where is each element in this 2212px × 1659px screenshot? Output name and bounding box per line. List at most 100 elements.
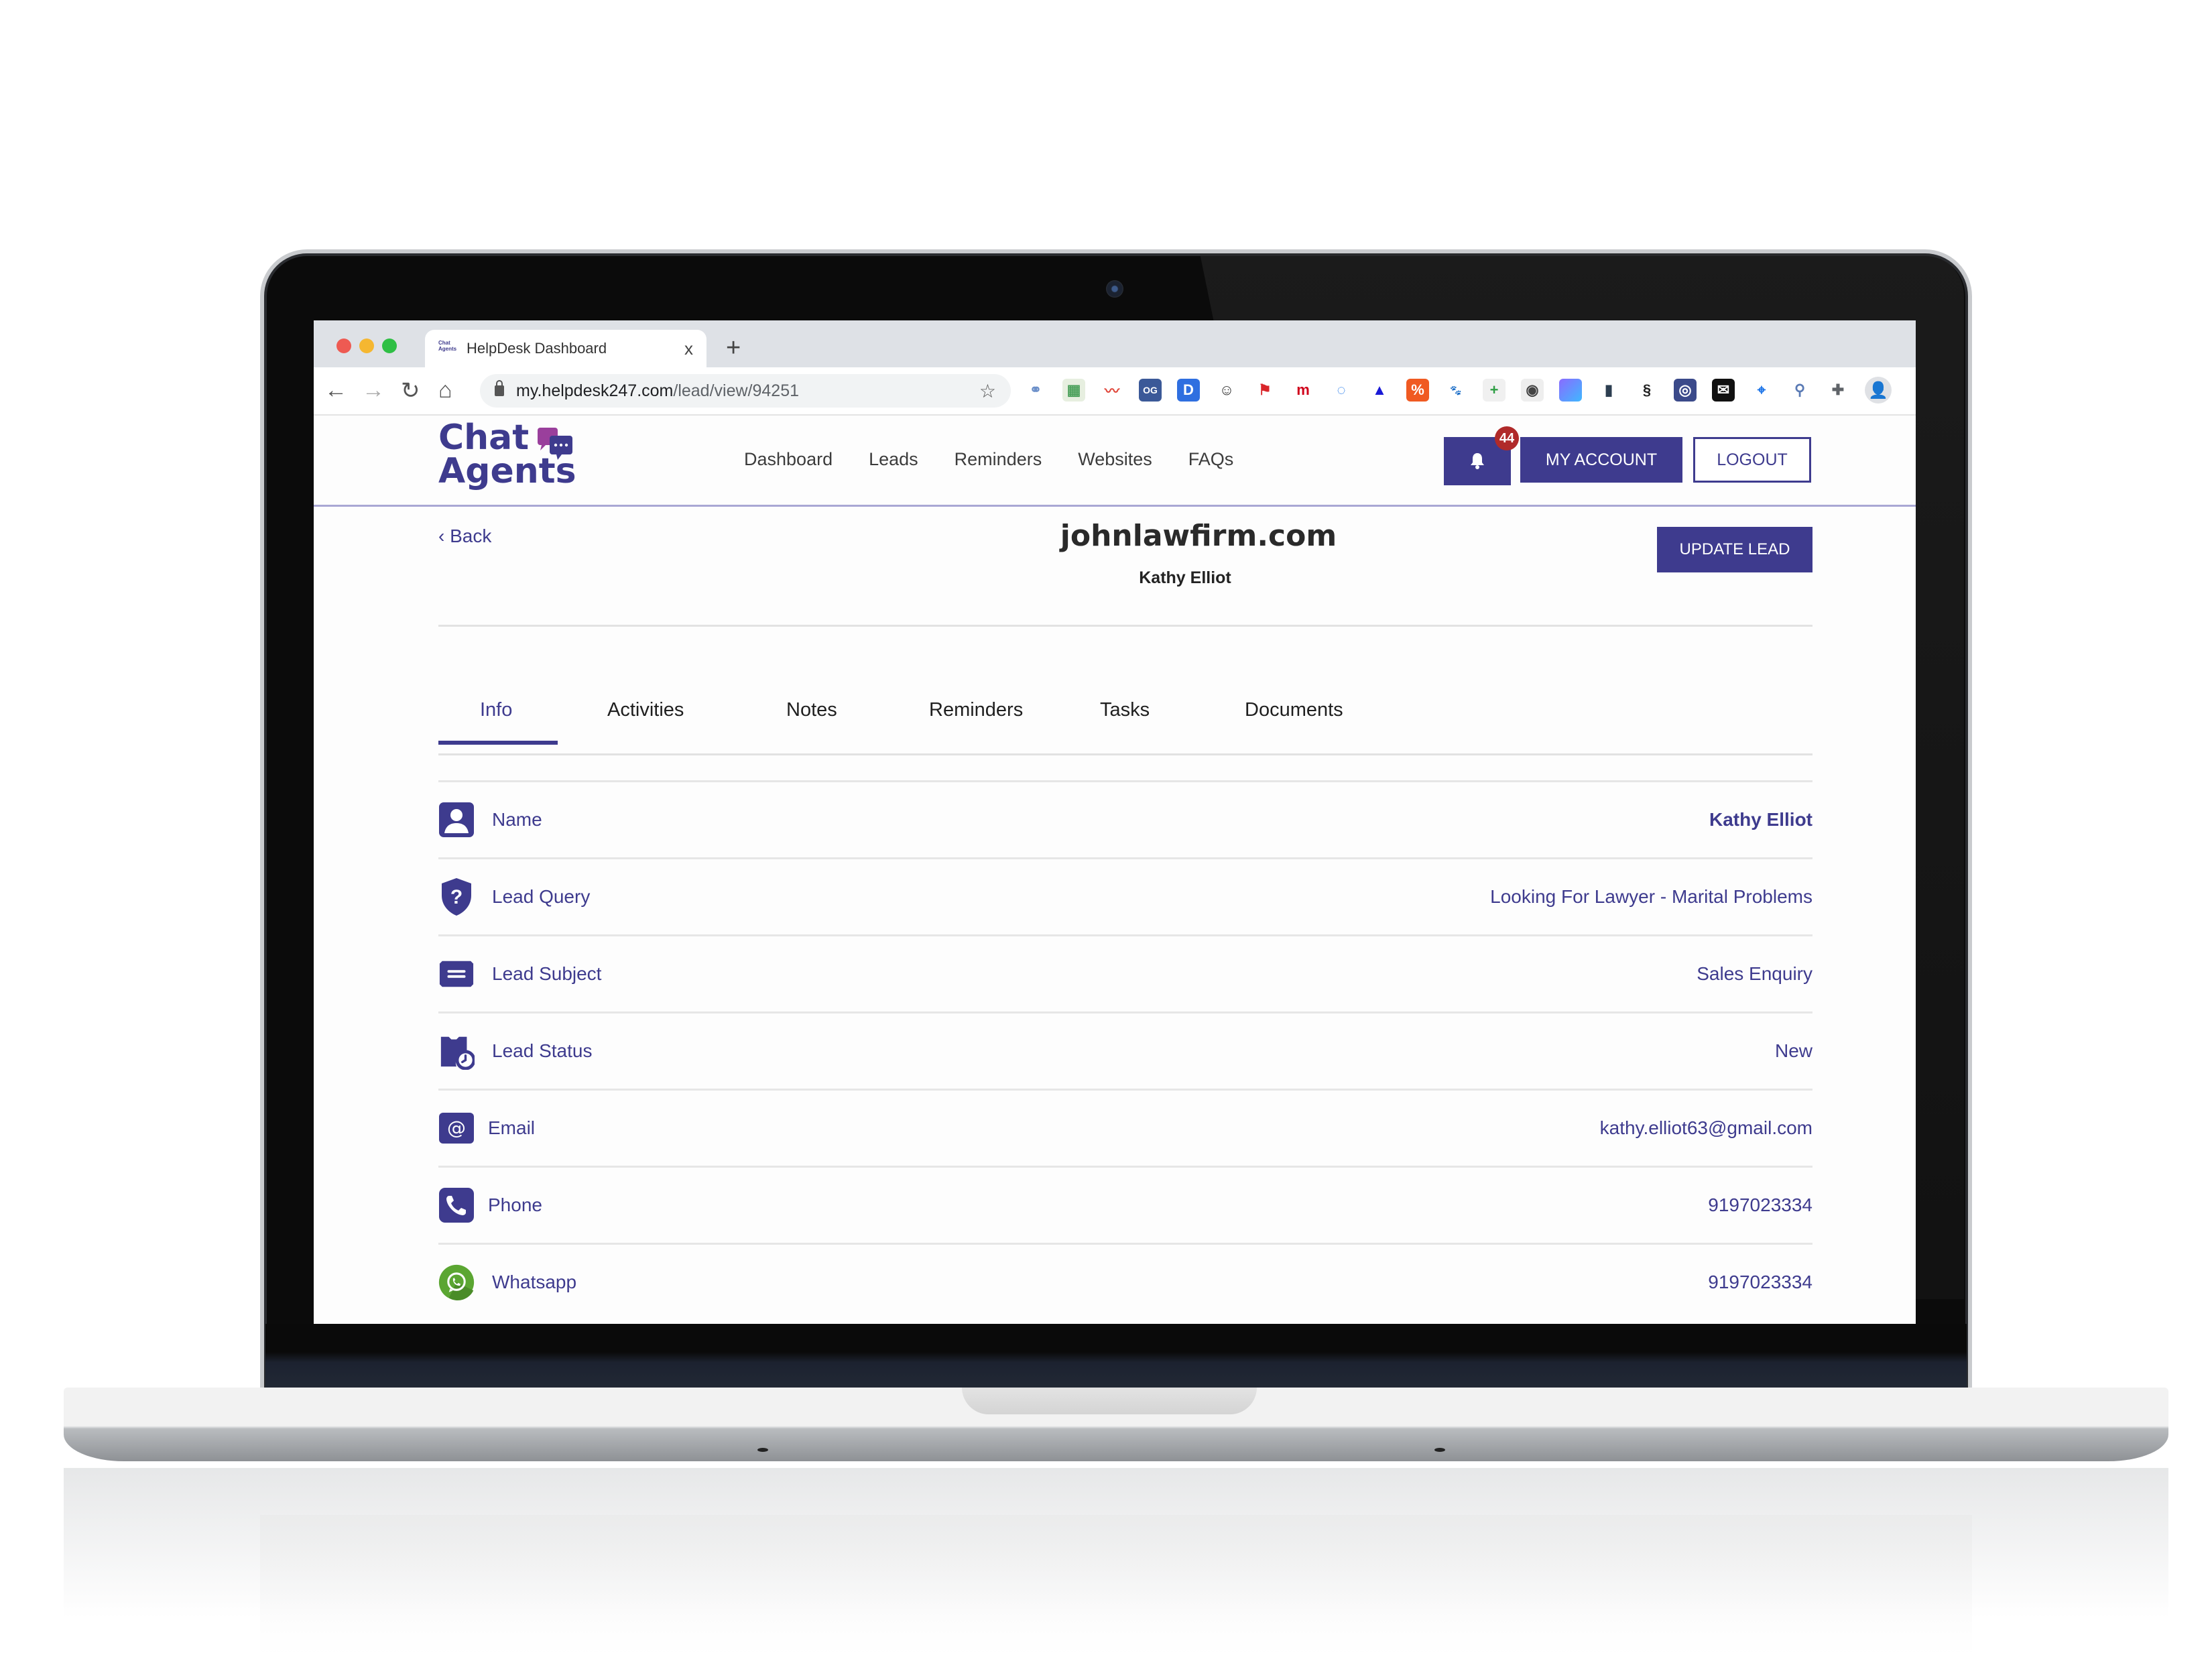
circle-extension-icon[interactable]: ◌	[1330, 379, 1353, 402]
info-row-email: @ Email kathy.elliot63@gmail.com	[438, 1089, 1812, 1166]
close-tab-icon[interactable]: x	[684, 339, 693, 359]
browser-toolbar: ← → ↻ ⌂ my.helpdesk247.com /lead/view/94…	[314, 367, 1916, 416]
url-path: /lead/view/94251	[673, 381, 800, 400]
main-nav: Dashboard Leads Reminders Websites FAQs	[744, 449, 1233, 470]
info-row-lead-query: ? Lead Query Looking For Lawyer - Marita…	[438, 857, 1812, 934]
gradient-extension-icon[interactable]	[1559, 379, 1582, 402]
row-value[interactable]: 9197023334	[1708, 1272, 1812, 1293]
d-extension-icon[interactable]: D	[1177, 379, 1200, 402]
tab-title: HelpDesk Dashboard	[467, 340, 607, 357]
lead-tabs: Info Activities Notes Reminders Tasks Do…	[438, 699, 1812, 753]
my-account-button[interactable]: MY ACCOUNT	[1520, 437, 1682, 483]
lid-reflection	[260, 1515, 1972, 1656]
info-row-phone: Phone 9197023334	[438, 1166, 1812, 1243]
close-window-button[interactable]	[336, 339, 351, 353]
row-value[interactable]: kathy.elliot63@gmail.com	[1600, 1117, 1812, 1139]
laptop-notch	[962, 1388, 1257, 1414]
lead-info-list: Name Kathy Elliot ? Lead Query Looking F…	[438, 780, 1812, 1320]
tab-tasks[interactable]: Tasks	[1100, 699, 1150, 721]
laptop-chin	[265, 1324, 1967, 1394]
whatsapp-icon	[438, 1264, 475, 1300]
ticket-icon	[438, 956, 475, 992]
svg-text:?: ?	[450, 886, 463, 908]
spiral-extension-icon[interactable]: ◎	[1674, 379, 1697, 402]
lead-header: ‹ Back johnlawfirm.com Kathy Elliot UPDA…	[314, 507, 1916, 627]
update-lead-button[interactable]: UPDATE LEAD	[1657, 527, 1812, 572]
logout-button[interactable]: LOGOUT	[1693, 437, 1811, 483]
user-icon	[438, 802, 475, 838]
sheets-extension-icon[interactable]: ▦	[1062, 379, 1085, 402]
svg-text:@: @	[447, 1117, 466, 1139]
search-extension-icon[interactable]: ⚲	[1788, 379, 1811, 402]
nav-leads[interactable]: Leads	[869, 449, 918, 470]
m-extension-icon[interactable]: m	[1292, 379, 1314, 402]
info-row-whatsapp: Whatsapp 9197023334	[438, 1243, 1812, 1320]
profile-avatar-icon[interactable]: 👤	[1865, 377, 1892, 404]
dog-extension-icon[interactable]: 🐾	[1445, 379, 1467, 402]
active-tab-indicator	[438, 741, 558, 745]
nav-faqs[interactable]: FAQs	[1188, 449, 1234, 470]
webcam-icon	[1106, 280, 1123, 298]
info-row-lead-status: Lead Status New	[438, 1011, 1812, 1089]
url-host: my.helpdesk247.com	[516, 381, 674, 400]
address-bar[interactable]: my.helpdesk247.com /lead/view/94251 ☆	[480, 374, 1011, 408]
info-row-name: Name Kathy Elliot	[438, 780, 1812, 857]
extensions-bar: ⚭ ▦ 〰 OG D ☺ ⚑ m ◌ ▲% 🐾 + ◉ ▮ § ◎ ✉ ⌖ ⚲ ✚ 👤	[1024, 377, 1892, 404]
a-extension-icon[interactable]: ▲	[1368, 379, 1391, 402]
header-divider	[438, 625, 1812, 627]
nav-reminders[interactable]: Reminders	[955, 449, 1042, 470]
tab-reminders[interactable]: Reminders	[929, 699, 1023, 721]
tab-activities[interactable]: Activities	[607, 699, 684, 721]
forward-arrow-icon[interactable]: →	[362, 377, 385, 404]
row-value: New	[1774, 1040, 1812, 1061]
maximize-window-button[interactable]	[382, 339, 397, 353]
row-label: Email	[488, 1117, 536, 1138]
nav-websites[interactable]: Websites	[1078, 449, 1152, 470]
shield-question-icon: ?	[438, 878, 475, 916]
browser-tab[interactable]: Chat Agents HelpDesk Dashboard x	[425, 330, 706, 367]
row-label: Lead Status	[492, 1040, 593, 1061]
browser-tab-bar: Chat Agents HelpDesk Dashboard x +	[314, 320, 1916, 367]
puzzle-extension-icon[interactable]: ✚	[1827, 379, 1849, 402]
calendar-clock-icon	[438, 1033, 475, 1070]
at-sign-icon: @	[438, 1110, 475, 1146]
notification-count-badge: 44	[1495, 426, 1519, 450]
bell-icon	[1471, 453, 1484, 469]
toggle-extension-icon[interactable]: ◉	[1521, 379, 1544, 402]
ghost-extension-icon[interactable]: ☺	[1215, 379, 1238, 402]
bookmark-star-icon[interactable]: ☆	[979, 380, 996, 402]
pin-extension-icon[interactable]: ⌖	[1750, 379, 1773, 402]
tab-notes[interactable]: Notes	[786, 699, 837, 721]
plus-extension-icon[interactable]: +	[1483, 379, 1506, 402]
new-tab-button[interactable]: +	[726, 334, 741, 363]
mail-extension-icon[interactable]: ✉	[1712, 379, 1735, 402]
link-extension-icon[interactable]: ⚭	[1024, 379, 1047, 402]
tabs-divider	[438, 753, 1812, 755]
percent-extension-icon[interactable]: %	[1406, 379, 1429, 402]
row-label: Whatsapp	[492, 1272, 577, 1292]
row-value[interactable]: 9197023334	[1708, 1194, 1812, 1216]
app-header: Chat Agents Dashboard Leads Reminders We…	[314, 416, 1916, 507]
tab-info[interactable]: Info	[480, 699, 512, 721]
reload-icon[interactable]: ↻	[401, 377, 420, 404]
back-arrow-icon[interactable]: ←	[324, 377, 347, 404]
nav-dashboard[interactable]: Dashboard	[744, 449, 833, 470]
scraper-extension-icon[interactable]: §	[1636, 379, 1658, 402]
minimize-window-button[interactable]	[359, 339, 374, 353]
lock-icon	[495, 380, 504, 396]
laptop-foot	[757, 1448, 768, 1452]
row-label: Phone	[488, 1194, 542, 1215]
chat-agents-favicon-icon: Chat Agents	[438, 340, 457, 352]
row-value: Looking For Lawyer - Marital Problems	[1490, 886, 1812, 907]
trend-extension-icon[interactable]: 〰	[1101, 379, 1123, 402]
phone-icon	[438, 1187, 475, 1223]
flag-extension-icon[interactable]: ⚑	[1253, 379, 1276, 402]
mouse-extension-icon[interactable]: ▮	[1597, 379, 1620, 402]
tab-documents[interactable]: Documents	[1245, 699, 1343, 721]
row-label: Lead Query	[492, 886, 591, 907]
chat-bubbles-icon	[538, 428, 572, 460]
row-value: Sales Enquiry	[1697, 963, 1812, 984]
row-label: Name	[492, 809, 542, 830]
og-extension-icon[interactable]: OG	[1139, 379, 1162, 402]
home-icon[interactable]: ⌂	[438, 377, 452, 404]
